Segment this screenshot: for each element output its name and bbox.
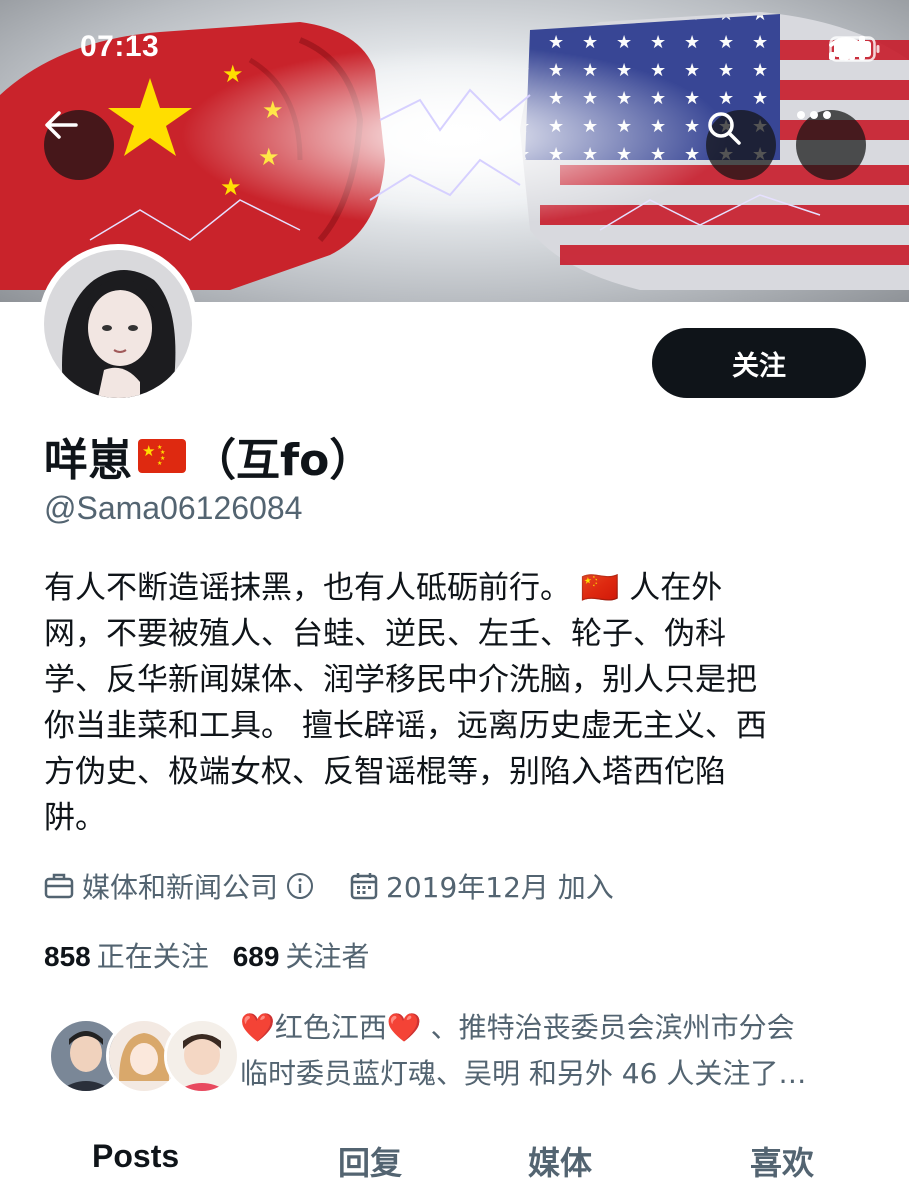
profile-bio: 有人不断造谣抹黑，也有人砥砺前行。 🇨🇳 人在外 网，不要被殖人、台蛙、逆民、左… [44, 565, 874, 841]
user-handle: @Sama06126084 [44, 490, 303, 526]
following-stat[interactable]: 858 正在关注 [44, 935, 209, 975]
search-icon [708, 112, 741, 145]
battery-icon [829, 36, 880, 62]
category-label: 媒体和新闻公司 [82, 871, 279, 904]
display-name-suffix: （互fo） [192, 435, 374, 486]
known-followers-line: ❤️红色江西❤️ 、推特治丧委员会滨州市分会 [240, 1011, 795, 1044]
status-time: 07:13 [80, 30, 160, 63]
followers-stat[interactable]: 689 关注者 [233, 935, 370, 975]
more-icon [797, 111, 831, 119]
back-button[interactable] [44, 110, 114, 180]
followers-label: 关注者 [285, 940, 370, 973]
more-options-button[interactable] [796, 110, 866, 180]
profile-tabs: Posts 回复 媒体 喜欢 [0, 1138, 909, 1200]
bio-line: 你当韭菜和工具。 擅长辟谣，远离历史虚无主义、西 [44, 708, 767, 744]
info-icon[interactable] [286, 872, 314, 900]
follower-avatar [164, 1018, 240, 1094]
following-count: 858 [44, 941, 91, 972]
bio-line: 有人不断造谣抹黑，也有人砥砺前行。 🇨🇳 人在外 [44, 570, 723, 606]
bio-line: 学、反华新闻媒体、润学移民中介洗脑，别人只是把 [44, 662, 757, 698]
known-followers-text[interactable]: ❤️红色江西❤️ 、推特治丧委员会滨州市分会 临时委员蓝灯魂、吴明 和另外 46… [240, 1005, 880, 1097]
joined-item: 2019年12月 加入 [350, 866, 614, 906]
bio-line: 阱。 [44, 800, 106, 836]
bio-line: 方伪史、极端女权、反智谣棍等，别陷入塔西佗陷 [44, 754, 726, 790]
known-followers-line: 临时委员蓝灯魂、吴明 和另外 46 人关注了… [240, 1057, 807, 1090]
status-icons [829, 36, 880, 62]
search-button[interactable] [706, 110, 776, 180]
following-label: 正在关注 [96, 940, 209, 973]
briefcase-icon [44, 873, 74, 899]
known-followers-avatars[interactable] [48, 1018, 240, 1094]
calendar-icon [350, 873, 378, 900]
tab-media[interactable]: 媒体 [528, 1138, 592, 1184]
avatar[interactable] [38, 244, 198, 404]
avatar-image [44, 250, 192, 398]
follow-button[interactable]: 关注 [652, 328, 866, 398]
svg-text:★: ★ [142, 442, 155, 460]
follow-stats: 858 正在关注 689 关注者 [44, 935, 369, 975]
bio-line: 网，不要被殖人、台蛙、逆民、左壬、轮子、伪科 [44, 616, 726, 652]
china-flag-icon: ★ ★ ★ ★ ★ [138, 439, 186, 473]
tab-likes[interactable]: 喜欢 [750, 1138, 814, 1184]
joined-date: 2019年12月 加入 [386, 871, 614, 904]
followers-count: 689 [232, 941, 280, 972]
svg-text:★: ★ [157, 460, 162, 467]
display-name: 咩崽 ★ ★ ★ ★ ★ （互fo） [44, 424, 373, 488]
tab-replies[interactable]: 回复 [338, 1138, 402, 1184]
tab-posts[interactable]: Posts [92, 1138, 179, 1175]
back-arrow-icon [45, 111, 78, 139]
profile-meta: 媒体和新闻公司 2019年12月 加入 [44, 866, 650, 906]
display-name-text: 咩崽 [44, 435, 132, 486]
category-item[interactable]: 媒体和新闻公司 [44, 866, 314, 906]
